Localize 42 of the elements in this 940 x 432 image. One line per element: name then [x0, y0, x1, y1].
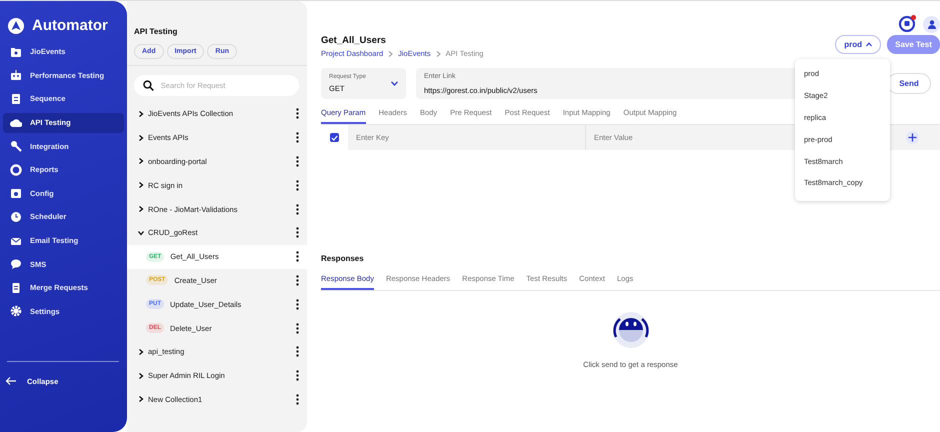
plus-icon: [908, 133, 917, 142]
chat-icon: [10, 258, 22, 270]
more-icon: [296, 346, 299, 358]
app-name: Automator: [32, 17, 108, 34]
chevron-right-icon: [436, 50, 441, 56]
more-icon: [296, 274, 299, 286]
more-icon: [296, 108, 299, 120]
checkbox[interactable]: [330, 133, 339, 142]
chevron-right-icon: [388, 50, 394, 56]
clipboard-icon: [10, 282, 22, 294]
more-icon: [296, 204, 299, 215]
caret-icon: [391, 81, 398, 86]
logo-icon: [8, 18, 24, 34]
folder-icon: [10, 46, 22, 58]
more-icon: [296, 370, 299, 382]
more-icon: [296, 132, 299, 144]
document-icon: [10, 92, 22, 105]
add-button[interactable]: [906, 131, 919, 144]
request-title: Get_All_Users: [321, 35, 387, 46]
robot-icon: [10, 69, 22, 82]
wrench-icon: [10, 140, 22, 152]
more-icon: [296, 322, 299, 334]
cloud-icon: [10, 116, 22, 129]
user-avatar[interactable]: [923, 16, 940, 32]
send-button[interactable]: Send: [887, 73, 931, 94]
arrow-left-icon: [5, 376, 17, 386]
section-title: Responses: [321, 254, 365, 263]
more-icon: [296, 180, 299, 191]
caret-icon: [866, 42, 872, 47]
more-icon: [296, 298, 299, 310]
clock-icon: [10, 210, 22, 223]
more-icon: [296, 394, 299, 405]
panel-title: API Testing: [134, 27, 178, 36]
settings-icon: [10, 305, 22, 318]
more-icon: [296, 227, 299, 238]
more-icon: [296, 251, 299, 262]
checkmark-icon: [331, 134, 338, 140]
robot-icon: [612, 311, 650, 349]
more-icon: [296, 156, 299, 167]
user-icon: [928, 20, 936, 28]
environment-dropdown[interactable]: prod: [835, 35, 881, 54]
search-icon: [143, 80, 154, 91]
